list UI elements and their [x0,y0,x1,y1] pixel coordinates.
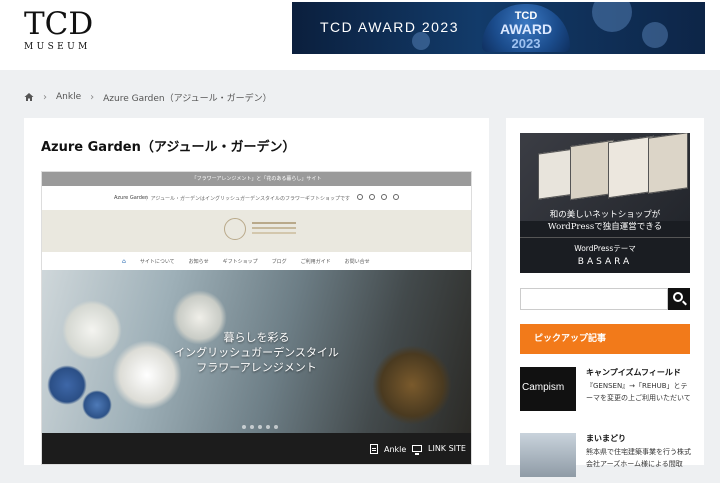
article-thumbnail[interactable]: Campism [520,367,576,411]
screenshot-emblem-icon [224,218,296,244]
promo-caption-line: WordPressで独自運営できる [547,222,663,232]
promo-caption-line: 和の美しいネットショップが [549,210,661,220]
article-thumbnail[interactable] [520,433,576,477]
user-icon [381,194,387,200]
screenshot-nav: ⌂ サイトについて お知らせ ギフトショップ ブログ ご利用ガイド お問い合せ [42,252,471,270]
screenshot-topbar: 「フラワーアレンジメント」と「花のある暮らし」サイト [42,172,471,186]
breadcrumb-item-ankle[interactable]: Ankle [56,92,81,102]
screenshot-site-desc: ｜ アジュール・ガーデンはイングリッシュガーデンスタイルのフラワーギフトショップ… [144,196,350,202]
hero-line: フラワーアレンジメント [196,361,317,374]
breadcrumb-separator-icon: › [43,91,47,103]
screenshot-nav-item: サイトについて [139,258,175,265]
link-site-label: LINK SITE [428,444,466,453]
logo-main-text: TCD [24,6,94,42]
screenshot-nav-item: ギフトショップ [222,258,258,265]
hero-pagination [242,425,278,429]
award-badge-line3: 2023 [511,36,541,51]
breadcrumb: › Ankle › Azure Garden（アジュール・ガーデン） [24,90,272,104]
link-site-button[interactable]: LINK SITE [412,444,466,455]
promo-screens-image [520,133,690,221]
screenshot-hero-text: 暮らしを彩る イングリッシュガーデンスタイル フラワーアレンジメント [42,330,471,375]
search-icon [357,194,363,200]
screenshot-nav-item: ブログ [271,258,287,265]
category-label: Ankle [384,444,407,454]
award-banner[interactable]: TCD AWARD 2023 TCD AWARD 2023 [292,2,705,54]
site-screenshot[interactable]: 「フラワーアレンジメント」と「花のある暮らし」サイト Azure Garden … [41,171,472,465]
pickup-article[interactable]: Campism キャンプイズムフィールド 『GENSEN』→「REHUB」とテー… [520,367,691,417]
page-title: Azure Garden（アジュール・ガーデン） [41,140,296,155]
search-icon [673,292,683,302]
hero-line: イングリッシュガーデンスタイル [174,346,339,359]
heart-icon [369,194,375,200]
promo-sub: WordPressテーマ [574,244,636,253]
breadcrumb-item-current: Azure Garden（アジュール・ガーデン） [103,93,272,104]
promo-divider [520,237,690,238]
document-icon [370,444,378,454]
site-header: TCD MUSEUM TCD AWARD 2023 TCD AWARD 2023 [0,0,720,70]
award-badge: TCD AWARD 2023 [482,4,570,52]
pickup-heading: ピックアップ記事 [520,324,690,354]
award-badge-line2: AWARD [499,21,553,37]
basara-promo-banner[interactable]: 和の美しいネットショップが WordPressで独自運営できる WordPres… [520,133,690,273]
screenshot-header: Azure Garden ｜ アジュール・ガーデンはイングリッシュガーデンスタイ… [42,186,471,210]
screenshot-nav-item: お問い合せ [344,258,370,265]
article-desc: 『GENSEN』→「REHUB」とテーマを変更の上ご利用いただいて [586,382,691,402]
breadcrumb-separator-icon: › [90,91,95,103]
promo-basara: BASARA [577,257,633,267]
promo-caption: 和の美しいネットショップが WordPressで独自運営できる [520,209,690,233]
screenshot-nav-home-icon: ⌂ [122,257,126,265]
search-input[interactable] [520,288,668,310]
article-title[interactable]: キャンプイズムフィールド [586,367,681,378]
award-banner-text: TCD AWARD 2023 [320,19,459,35]
article-desc: 熊本県で住宅建築事業を行う株式会社アーズホーム様による間取 [586,448,691,468]
hero-line: 暮らしを彩る [223,331,290,344]
cart-icon [393,194,399,200]
site-logo[interactable]: TCD MUSEUM [24,8,104,52]
article-title[interactable]: まいまどり [586,433,626,444]
sidebar: 和の美しいネットショップが WordPressで独自運営できる WordPres… [506,118,704,477]
search-button[interactable] [668,288,690,310]
screenshot-footer-bar: Ankle LINK SITE [42,433,471,464]
pickup-article[interactable]: まいまどり 熊本県で住宅建築事業を行う株式会社アーズホーム様による間取 [520,433,691,483]
screenshot-header-icons [357,194,399,200]
logo-sub-text: MUSEUM [24,42,91,52]
screenshot-nav-item: お知らせ [188,258,209,265]
screenshot-nav-item: ご利用ガイド [300,258,331,265]
monitor-icon [412,445,422,455]
main-content: Azure Garden（アジュール・ガーデン） 「フラワーアレンジメント」と「… [24,118,489,465]
thumbnail-text: Campism [522,382,565,393]
screenshot-logo-band [42,210,471,252]
screenshot-hero-image: 暮らしを彩る イングリッシュガーデンスタイル フラワーアレンジメント [42,270,471,433]
category-link[interactable]: Ankle [370,444,406,454]
home-icon[interactable] [24,92,34,102]
